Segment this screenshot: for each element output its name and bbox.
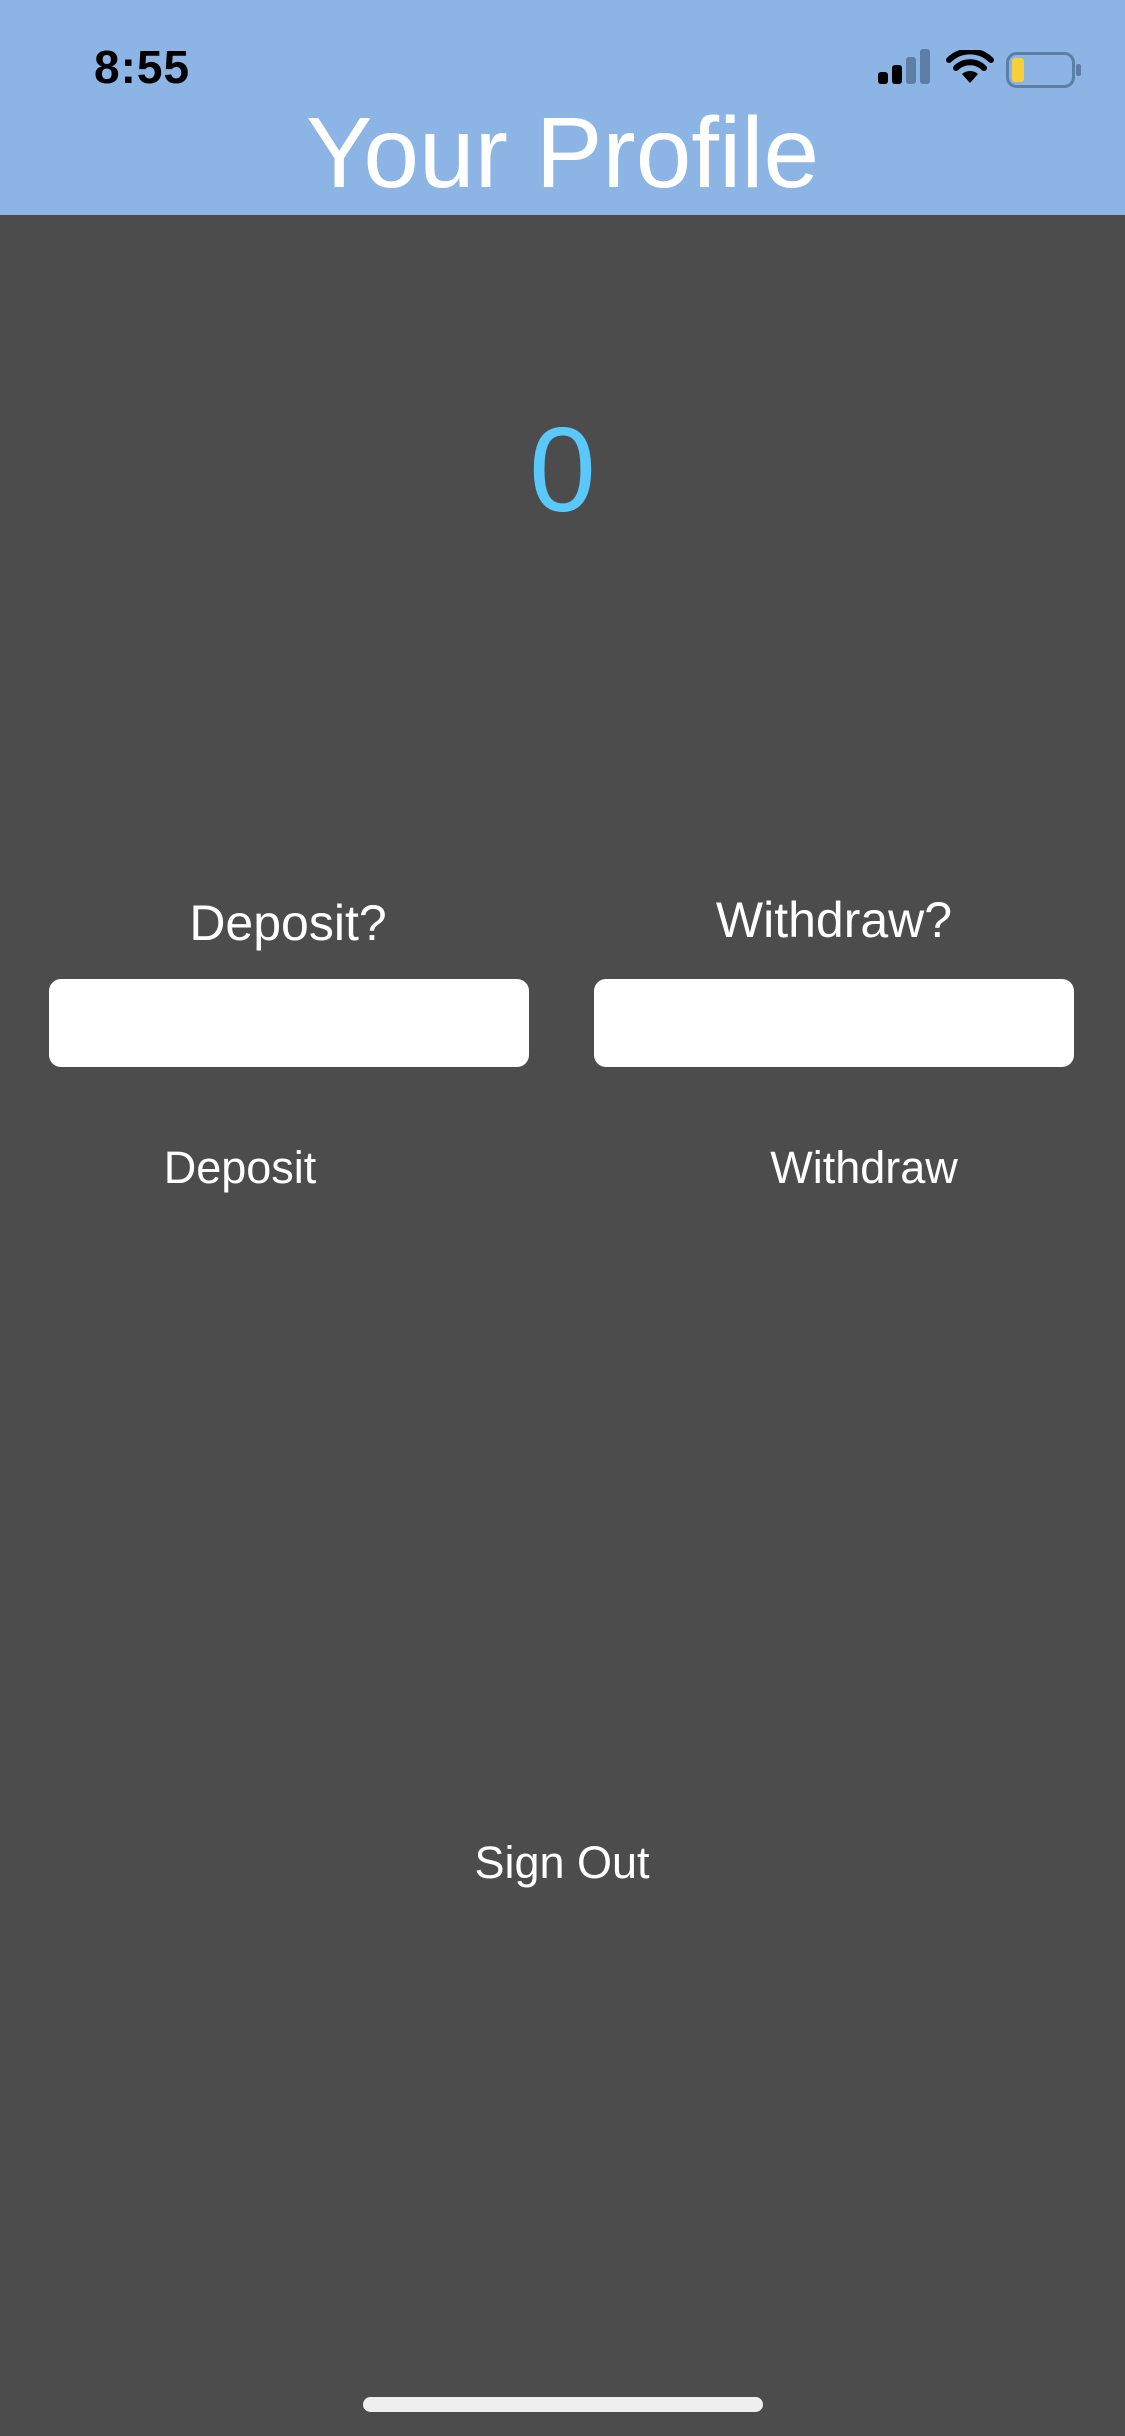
page-title: Your Profile <box>305 97 820 209</box>
header-bar: 8:55 Your Profile <box>0 0 1125 215</box>
deposit-amount-input[interactable] <box>49 979 529 1067</box>
profile-screen: 8:55 Your Profile 0 Deposit? Withdraw? D… <box>0 0 1125 2436</box>
balance-value: 0 <box>529 403 596 537</box>
signal-icon <box>878 49 930 84</box>
status-time: 8:55 <box>94 41 191 93</box>
deposit-prompt-label: Deposit? <box>189 895 387 951</box>
withdraw-amount-input[interactable] <box>594 979 1074 1067</box>
home-indicator[interactable] <box>363 2397 763 2412</box>
withdraw-button[interactable]: Withdraw <box>744 1140 984 1196</box>
withdraw-prompt-label: Withdraw? <box>715 892 953 948</box>
sign-out-button[interactable]: Sign Out <box>412 1835 712 1891</box>
battery-icon <box>1006 52 1081 88</box>
wifi-icon <box>946 50 994 83</box>
deposit-button[interactable]: Deposit <box>140 1140 340 1196</box>
